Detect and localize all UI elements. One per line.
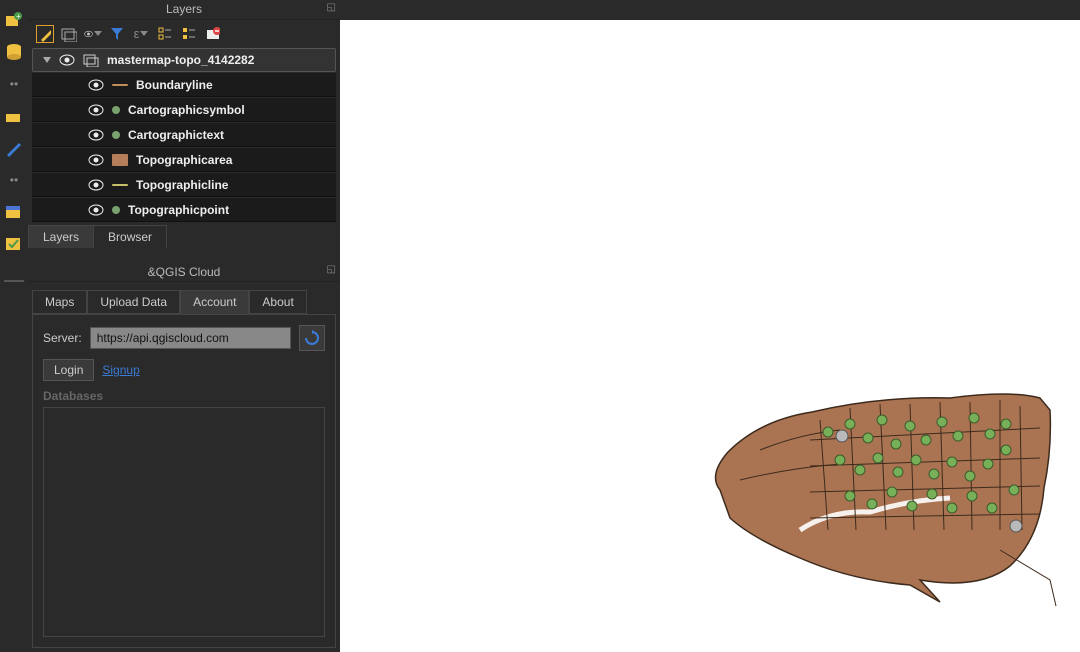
toolbar-raster-icon[interactable] [2,200,26,224]
visibility-eye-icon[interactable] [88,79,104,91]
svg-text:+: + [16,12,21,21]
server-input[interactable] [90,327,291,349]
visibility-eye-icon[interactable] [88,129,104,141]
remove-layer-icon[interactable] [204,25,222,43]
panel-bottom-tabs: Layers Browser [28,225,340,248]
toolbar-dots-icon[interactable]: •• [2,72,26,96]
visibility-icon[interactable] [84,25,102,43]
toolbar-add-layer-icon[interactable]: + [2,8,26,32]
layer-swatch [112,131,120,139]
cloud-panel-title-bar: &QGIS Cloud ◱ [28,262,340,282]
login-button[interactable]: Login [43,359,94,381]
tab-layers[interactable]: Layers [28,225,94,248]
cloud-panel-undock-icon[interactable]: ◱ [327,264,336,275]
layer-row[interactable]: Cartographictext [32,123,336,147]
layer-row[interactable]: Cartographicsymbol [32,98,336,122]
toolbar-check-icon[interactable] [2,232,26,256]
group-icon [83,53,99,67]
map-canvas[interactable] [340,0,1080,652]
layer-row[interactable]: Topographicline [32,173,336,197]
side-panel: Layers ◱ ε mastermap-topo_4142282 B [28,0,340,652]
visibility-eye-icon[interactable] [59,54,75,66]
toolbar-separator [4,280,24,282]
refresh-server-button[interactable] [299,325,325,351]
expand-icon[interactable] [43,57,51,63]
layers-panel-title: Layers [166,2,202,16]
collapse-all-icon[interactable] [180,25,198,43]
layer-label: Topographicpoint [128,203,229,217]
cloud-tab-account[interactable]: Account [180,290,249,314]
tab-browser[interactable]: Browser [93,225,167,248]
group-label: mastermap-topo_4142282 [107,53,254,67]
cloud-tab-upload[interactable]: Upload Data [87,290,180,314]
layer-label: Cartographicsymbol [128,103,245,117]
toolbar-db-icon[interactable] [2,40,26,64]
cloud-tabs: Maps Upload Data Account About [32,290,336,314]
layer-label: Topographicline [136,178,228,192]
expand-all-icon[interactable] [156,25,174,43]
layer-swatch [112,84,128,86]
layers-panel-title-bar: Layers ◱ [28,0,340,20]
visibility-eye-icon[interactable] [88,179,104,191]
cloud-tab-body: Server: Login Signup Databases [32,314,336,648]
vertical-toolbar: + •• •• [0,0,28,652]
visibility-eye-icon[interactable] [88,204,104,216]
toolbar-sublayer-icon[interactable] [2,104,26,128]
layer-row[interactable]: Boundaryline [32,73,336,97]
cloud-tab-maps[interactable]: Maps [32,290,87,314]
layer-swatch [112,106,120,114]
add-group-icon[interactable] [60,25,78,43]
server-label: Server: [43,331,82,345]
layer-swatch [112,154,128,166]
visibility-eye-icon[interactable] [88,154,104,166]
edit-layer-icon[interactable] [36,25,54,43]
databases-list[interactable] [43,407,325,637]
cloud-tab-about[interactable]: About [249,290,306,314]
toolbar-pen-icon[interactable] [2,136,26,160]
signup-link[interactable]: Signup [102,363,139,377]
layer-swatch [112,206,120,214]
expression-icon[interactable]: ε [132,25,150,43]
layer-row[interactable]: Topographicpoint [32,198,336,222]
layer-label: Topographicarea [136,153,232,167]
canvas-top-strip [340,0,1080,20]
layer-label: Cartographictext [128,128,224,142]
layers-panel-undock-icon[interactable]: ◱ [327,2,336,13]
filter-icon[interactable] [108,25,126,43]
visibility-eye-icon[interactable] [88,104,104,116]
databases-label: Databases [43,389,325,403]
map-feature [700,380,1060,600]
layers-tree: mastermap-topo_4142282 Boundaryline Cart… [28,47,340,223]
layer-group-row[interactable]: mastermap-topo_4142282 [32,48,336,72]
toolbar-dots2-icon[interactable]: •• [2,168,26,192]
layer-row[interactable]: Topographicarea [32,148,336,172]
cloud-panel-title: &QGIS Cloud [148,265,221,279]
layer-label: Boundaryline [136,78,213,92]
layers-toolbar: ε [28,20,340,47]
layer-swatch [112,184,128,186]
